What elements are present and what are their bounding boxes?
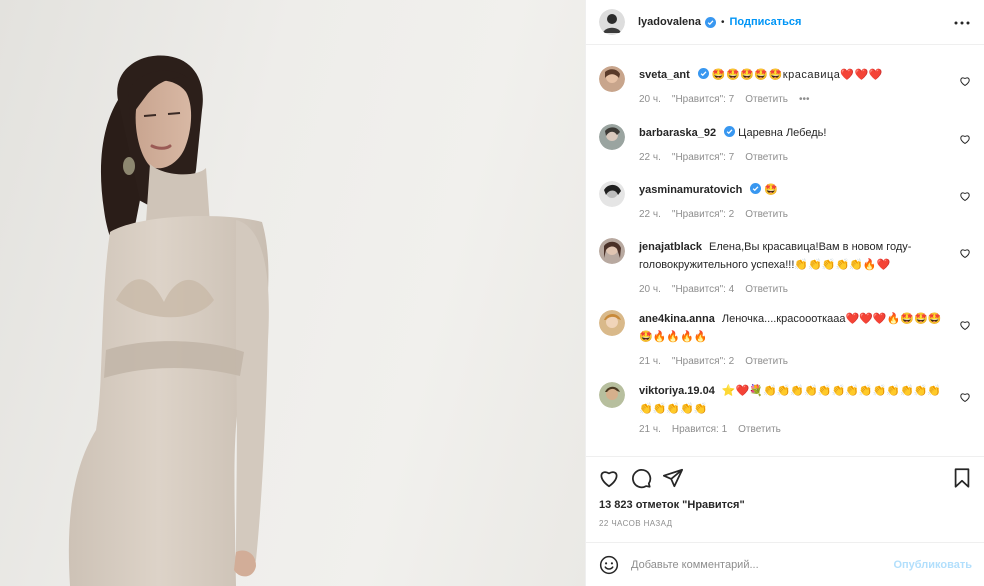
comment-text: jenajatblack Елена,Вы красавица!Вам в но… bbox=[639, 238, 949, 274]
reply-button[interactable]: Ответить bbox=[738, 424, 781, 435]
comment-likes-count[interactable]: "Нравится": 4 bbox=[672, 284, 734, 295]
comment-username[interactable]: jenajatblack bbox=[639, 241, 702, 253]
comment-meta: 20 ч. "Нравится": 7 Ответить ••• bbox=[639, 94, 810, 105]
verified-icon bbox=[724, 126, 736, 137]
post-header: lyadovalena • Подписаться bbox=[586, 0, 984, 45]
like-comment-icon[interactable] bbox=[959, 189, 971, 202]
comment-text: yasminamuratovich 🤩 bbox=[639, 181, 949, 199]
post-timestamp[interactable]: 22 ЧАСОВ НАЗАД bbox=[599, 519, 672, 528]
comment-username[interactable]: viktoriya.19.04 bbox=[639, 385, 715, 397]
comment-username[interactable]: sveta_ant bbox=[639, 69, 690, 81]
reply-button[interactable]: Ответить bbox=[745, 284, 788, 295]
like-comment-icon[interactable] bbox=[959, 318, 971, 331]
commenter-avatar[interactable] bbox=[599, 66, 625, 92]
comment-age: 20 ч. bbox=[639, 94, 661, 105]
like-comment-icon[interactable] bbox=[959, 390, 971, 403]
comment-likes-count[interactable]: "Нравится": 2 bbox=[672, 209, 734, 220]
comment-meta: 21 ч. "Нравится": 2 Ответить bbox=[639, 356, 788, 367]
bookmark-save-icon[interactable] bbox=[951, 467, 973, 489]
verified-icon bbox=[750, 183, 762, 194]
comment-age: 21 ч. bbox=[639, 424, 661, 435]
author-username[interactable]: lyadovalena bbox=[638, 16, 701, 28]
add-comment-bar: Опубликовать bbox=[586, 542, 984, 586]
commenter-avatar[interactable] bbox=[599, 124, 625, 150]
more-options-icon[interactable] bbox=[953, 14, 971, 32]
reply-button[interactable]: Ответить bbox=[745, 94, 788, 105]
comment-text: sveta_ant 🤩🤩🤩🤩🤩красавица❤️❤️❤️ bbox=[639, 66, 949, 84]
comment-age: 20 ч. bbox=[639, 284, 661, 295]
verified-icon bbox=[697, 68, 709, 79]
commenter-avatar[interactable] bbox=[599, 238, 625, 264]
comment-text: ane4kina.anna Леночка....красоооткааа❤️❤… bbox=[639, 310, 949, 346]
woman-portrait-image bbox=[68, 55, 269, 586]
follow-button[interactable]: Подписаться bbox=[730, 16, 802, 28]
comment-body: Царевна Лебедь! bbox=[738, 127, 827, 139]
comment-text: viktoriya.19.04 ⭐❤️💐👏👏👏👏👏👏👏👏👏👏👏👏👏👏👏👏👏👏 bbox=[639, 382, 949, 418]
share-send-icon[interactable] bbox=[662, 467, 684, 489]
comment-likes-count[interactable]: "Нравится": 7 bbox=[672, 94, 734, 105]
comment-body: 🤩 bbox=[764, 184, 779, 196]
comment-age: 21 ч. bbox=[639, 356, 661, 367]
comment-username[interactable]: yasminamuratovich bbox=[639, 184, 742, 196]
comment-meta: 22 ч. "Нравится": 2 Ответить bbox=[639, 209, 788, 220]
like-comment-icon[interactable] bbox=[959, 246, 971, 259]
like-comment-icon[interactable] bbox=[959, 132, 971, 145]
comment-age: 22 ч. bbox=[639, 152, 661, 163]
comment-meta: 20 ч. "Нравится": 4 Ответить bbox=[639, 284, 788, 295]
reply-button[interactable]: Ответить bbox=[745, 209, 788, 220]
like-comment-icon[interactable] bbox=[959, 74, 971, 87]
commenter-avatar[interactable] bbox=[599, 310, 625, 336]
post-actions-bar bbox=[586, 456, 984, 496]
header-separator: • bbox=[720, 16, 725, 28]
publish-comment-button[interactable]: Опубликовать bbox=[893, 559, 972, 571]
comment-likes-count[interactable]: "Нравится": 7 bbox=[672, 152, 734, 163]
comment-username[interactable]: barbaraska_92 bbox=[639, 127, 716, 139]
comment-username[interactable]: ane4kina.anna bbox=[639, 313, 715, 325]
comments-list[interactable]: sveta_ant 🤩🤩🤩🤩🤩красавица❤️❤️❤️ 20 ч. "Нр… bbox=[586, 46, 984, 454]
commenter-avatar[interactable] bbox=[599, 382, 625, 408]
comment-likes-count[interactable]: "Нравится": 2 bbox=[672, 356, 734, 367]
post-likes-count[interactable]: 13 823 отметок "Нравится" bbox=[599, 499, 745, 511]
comment-age: 22 ч. bbox=[639, 209, 661, 220]
post-viewer: lyadovalena • Подписаться sveta_ant 🤩🤩🤩🤩… bbox=[0, 0, 984, 586]
reply-button[interactable]: Ответить bbox=[745, 356, 788, 367]
author-avatar[interactable] bbox=[599, 9, 625, 35]
emoji-smiley-icon[interactable] bbox=[599, 555, 619, 575]
add-comment-input[interactable] bbox=[631, 558, 896, 571]
like-heart-icon[interactable] bbox=[598, 467, 620, 489]
reply-button[interactable]: Ответить bbox=[745, 152, 788, 163]
verified-icon bbox=[704, 16, 716, 28]
comment-meta: 22 ч. "Нравится": 7 Ответить bbox=[639, 152, 788, 163]
comment-bubble-icon[interactable] bbox=[630, 467, 652, 489]
comment-body: 🤩🤩🤩🤩🤩красавица❤️❤️❤️ bbox=[711, 69, 883, 81]
commenter-avatar[interactable] bbox=[599, 181, 625, 207]
comment-options-icon[interactable]: ••• bbox=[799, 94, 810, 105]
comment-likes-count[interactable]: Нравится: 1 bbox=[672, 424, 727, 435]
comment-text: barbaraska_92 Царевна Лебедь! bbox=[639, 124, 949, 142]
comment-meta: 21 ч. Нравится: 1 Ответить bbox=[639, 424, 781, 435]
post-photo[interactable] bbox=[0, 0, 585, 586]
post-sidebar: lyadovalena • Подписаться sveta_ant 🤩🤩🤩🤩… bbox=[585, 0, 984, 586]
